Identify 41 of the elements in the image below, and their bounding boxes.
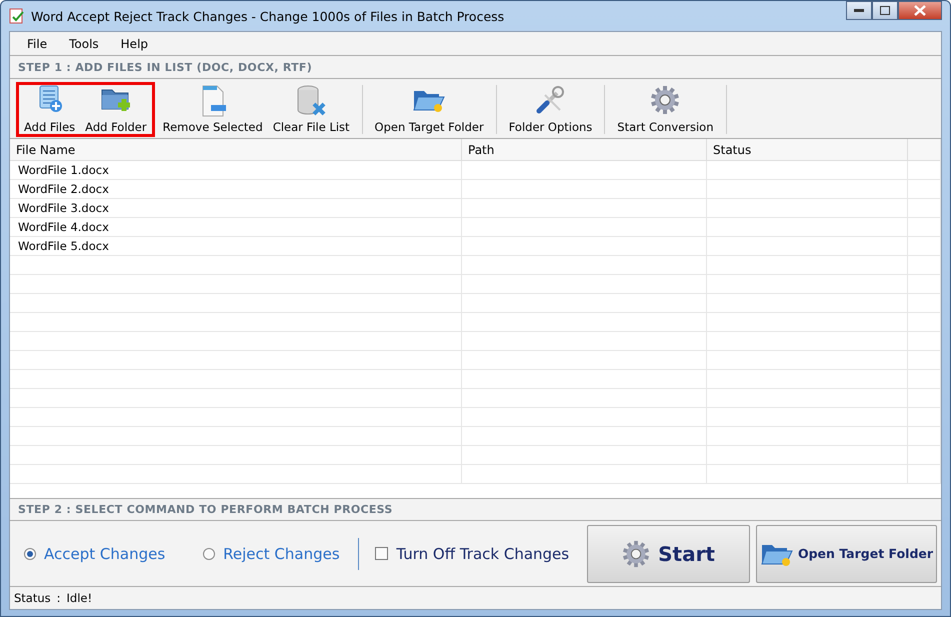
table-cell: WordFile 5.docx bbox=[10, 237, 462, 255]
toolbar-button[interactable]: Remove Selected bbox=[158, 85, 268, 134]
status-separator: : bbox=[56, 591, 61, 605]
step-heading: STEP 1 : ADD FILES IN LIST (DOC, DOCX, RTF) bbox=[18, 60, 312, 74]
close-icon bbox=[914, 5, 926, 16]
column-header[interactable]: Path bbox=[462, 139, 707, 161]
column-header[interactable]: File Name bbox=[10, 139, 462, 161]
radio-option[interactable]: Reject Changes bbox=[203, 544, 340, 562]
menu-item[interactable]: Help bbox=[110, 36, 160, 50]
minimize-icon bbox=[854, 8, 864, 12]
checkbox-option[interactable]: Turn Off Track Changes bbox=[375, 544, 570, 562]
menu-item[interactable]: Tools bbox=[58, 36, 110, 50]
gear-icon bbox=[622, 540, 650, 568]
status-label: Status bbox=[14, 591, 51, 605]
step-heading: STEP 2 : SELECT COMMAND TO PERFORM BATCH PROCESS bbox=[18, 503, 393, 516]
minimize-button[interactable] bbox=[846, 1, 872, 20]
toolbar-button[interactable]: Start Conversion bbox=[612, 85, 719, 134]
maximize-icon bbox=[880, 6, 890, 15]
app-icon bbox=[9, 8, 25, 24]
status-text: Idle! bbox=[66, 591, 92, 605]
table-cell: WordFile 3.docx bbox=[10, 199, 462, 217]
start-button[interactable]: Start bbox=[587, 524, 750, 582]
gear-icon bbox=[650, 85, 680, 115]
radio-option[interactable]: Accept Changes bbox=[24, 544, 166, 562]
close-button[interactable] bbox=[898, 1, 942, 20]
column-header[interactable]: Status bbox=[707, 139, 908, 161]
toolbar-button[interactable]: Add Files bbox=[19, 85, 80, 134]
toolbar-button[interactable]: Add Folder bbox=[80, 85, 152, 134]
toolbar-button[interactable]: Open Target Folder bbox=[370, 85, 489, 134]
window-title: Word Accept Reject Track Changes - Change 1000s of Files in Batch Process bbox=[31, 8, 504, 24]
open-folder-button[interactable]: Open Target Folder bbox=[756, 524, 937, 582]
table-cell: WordFile 1.docx bbox=[10, 161, 462, 179]
menu-item[interactable]: File bbox=[16, 36, 58, 50]
maximize-button[interactable] bbox=[872, 1, 898, 20]
tools-icon bbox=[535, 85, 566, 115]
table-cell: WordFile 4.docx bbox=[10, 218, 462, 236]
toolbar-button[interactable]: Clear File List bbox=[268, 85, 355, 134]
toolbar-button[interactable]: Folder Options bbox=[504, 85, 598, 134]
database-clear-icon bbox=[296, 85, 326, 117]
table-cell: WordFile 2.docx bbox=[10, 180, 462, 198]
document-add-icon bbox=[36, 85, 63, 113]
